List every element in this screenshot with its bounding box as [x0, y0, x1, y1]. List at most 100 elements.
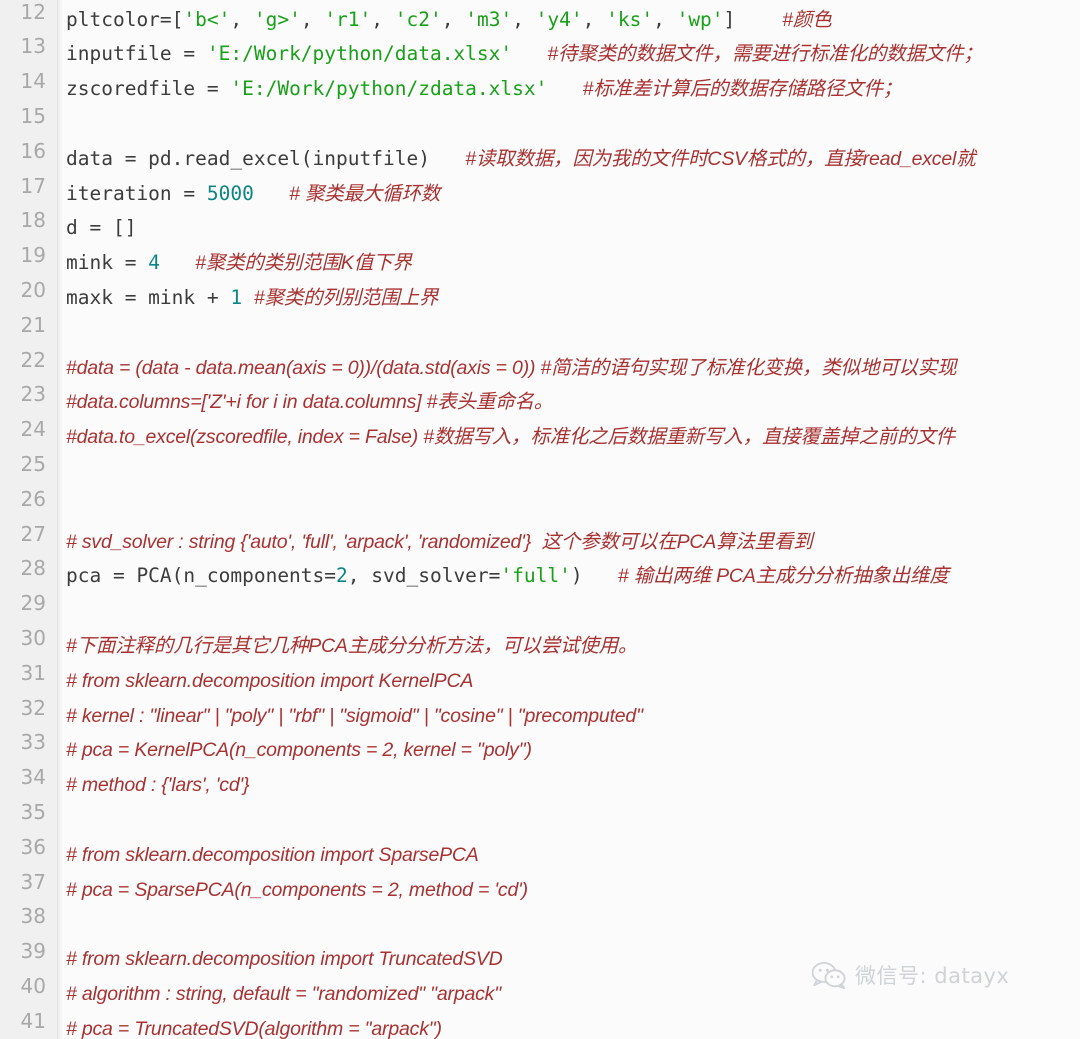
code-token: , — [371, 7, 395, 31]
code-token: , — [300, 7, 325, 31]
code-line-text[interactable]: # algorithm : string, default = "randomi… — [66, 981, 501, 1007]
code-token: , — [441, 7, 466, 31]
code-line-text[interactable]: # pca = TruncatedSVD(algorithm = "arpack… — [66, 1016, 442, 1039]
line-number: 39 — [20, 939, 46, 964]
line-number: 38 — [20, 904, 46, 929]
line-number: 30 — [20, 625, 46, 650]
code-line-row[interactable]: 18 d = [] — [0, 208, 1080, 245]
code-token: pltcolor=[ — [66, 7, 184, 31]
code-line-row[interactable]: 24 #data.to_excel(zscoredfile, index = Fa… — [0, 417, 1080, 454]
string-token: 'E:/Work/python/zdata.xlsx' — [230, 77, 548, 101]
code-line-row[interactable]: 22 #data = (data - data.mean(axis = 0))/(… — [0, 348, 1080, 385]
line-number: 19 — [20, 243, 46, 268]
line-number: 18 — [20, 208, 46, 233]
code-line-row[interactable]: 15 — [0, 104, 1080, 141]
comment-token: #读取数据，因为我的文件时CSV格式的，直接read_excel就 — [465, 147, 976, 170]
string-token: 'wp' — [676, 7, 724, 31]
code-line-row[interactable]: 23 #data.columns=['Z'+i for i in data.col… — [0, 382, 1080, 419]
code-line-row[interactable]: 32 # kernel : "linear" | "poly" | "rbf" |… — [0, 696, 1080, 733]
comment-token: # from sklearn.decomposition import Spar… — [66, 843, 479, 866]
code-line-text[interactable]: # pca = KernelPCA(n_components = 2, kern… — [66, 737, 532, 763]
string-token: 'y4' — [535, 7, 583, 31]
code-line-text[interactable]: pca = PCA(n_components=2, svd_solver='fu… — [66, 563, 949, 589]
code-line-row[interactable]: 38 — [0, 904, 1080, 941]
number-token: 4 — [148, 251, 160, 275]
code-line-text[interactable]: pltcolor=['b<', 'g>', 'r1', 'c2', 'm3', … — [66, 7, 832, 33]
line-number: 35 — [20, 799, 46, 824]
code-line-row[interactable]: 41 # pca = TruncatedSVD(algorithm = "arpa… — [0, 1009, 1080, 1039]
line-number: 37 — [20, 869, 46, 894]
string-token: 'ks' — [606, 7, 654, 31]
line-number: 20 — [20, 277, 46, 302]
code-line-text[interactable]: # from sklearn.decomposition import Spar… — [66, 842, 479, 868]
code-line-row[interactable]: 37 # pca = SparsePCA(n_components = 2, me… — [0, 869, 1080, 907]
code-line-row[interactable]: 19 mink = 4 #聚类的类别范围K值下界 — [0, 243, 1080, 280]
comment-token: # svd_solver : string {'auto', 'full', '… — [66, 530, 813, 553]
code-line-text[interactable]: #下面注释的几行是其它几种PCA主成分分析方法，可以尝试使用。 — [66, 633, 637, 659]
code-line-row[interactable]: 31 # from sklearn.decomposition import Ke… — [0, 661, 1080, 698]
code-line-row[interactable]: 20 maxk = mink + 1 #聚类的列别范围上界 — [0, 277, 1080, 315]
code-line-row[interactable]: 36 # from sklearn.decomposition import Sp… — [0, 835, 1080, 872]
comment-token: # pca = SparsePCA(n_components = 2, meth… — [66, 878, 528, 901]
code-line-text[interactable]: data = pd.read_excel(inputfile) #读取数据，因为… — [66, 146, 976, 172]
code-line-text[interactable]: #data.columns=['Z'+i for i in data.colum… — [66, 389, 553, 415]
line-number: 21 — [20, 312, 46, 337]
code-line-text[interactable]: #data.to_excel(zscoredfile, index = Fals… — [66, 424, 955, 450]
code-line-row[interactable]: 33 # pca = KernelPCA(n_components = 2, ke… — [0, 730, 1080, 767]
code-line-text[interactable]: # from sklearn.decomposition import Kern… — [66, 668, 473, 694]
string-token: 'm3' — [465, 7, 513, 31]
code-line-row[interactable]: 29 — [0, 591, 1080, 628]
comment-token: #data = (data - data.mean(axis = 0))/(da… — [66, 356, 957, 379]
watermark-text: 微信号: datayx — [855, 963, 1010, 988]
code-line-text[interactable]: # pca = SparsePCA(n_components = 2, meth… — [66, 877, 528, 903]
code-line-text[interactable]: # method : {'lars', 'cd'} — [66, 772, 250, 798]
code-token: , svd_solver= — [347, 564, 501, 588]
comment-token: #data.columns=['Z'+i for i in data.colum… — [66, 391, 554, 414]
code-line-row[interactable]: 34 # method : {'lars', 'cd'} — [0, 765, 1080, 802]
code-token: , — [230, 7, 254, 31]
code-token: , — [653, 7, 677, 31]
code-token: pca = PCA(n_components= — [66, 564, 337, 588]
code-line-row[interactable]: 26 — [0, 487, 1080, 524]
code-line-text[interactable]: iteration = 5000 # 聚类最大循环数 — [66, 181, 440, 207]
code-line-row[interactable]: 25 — [0, 452, 1080, 489]
code-line-row[interactable]: 12 pltcolor=['b<', 'g>', 'r1', 'c2', 'm3'… — [0, 0, 1080, 37]
code-line-text[interactable]: # from sklearn.decomposition import Trun… — [66, 946, 503, 972]
code-line-row[interactable]: 27 # svd_solver : string {'auto', 'full',… — [0, 522, 1080, 559]
code-line-text[interactable]: d = [] — [66, 215, 136, 241]
code-line-text[interactable]: inputfile = 'E:/Work/python/data.xlsx' #… — [66, 41, 983, 67]
code-line-text[interactable]: maxk = mink + 1 #聚类的列别范围上界 — [66, 285, 438, 311]
wechat-icon — [812, 962, 846, 989]
code-line-row[interactable]: 21 — [0, 312, 1080, 350]
code-screenshot: 12 pltcolor=['b<', 'g>', 'r1', 'c2', 'm3'… — [0, 0, 1080, 1039]
code-line-row[interactable]: 13 inputfile = 'E:/Work/python/data.xlsx'… — [0, 34, 1080, 71]
code-line-row[interactable]: 17 iteration = 5000 # 聚类最大循环数 — [0, 174, 1080, 211]
comment-token: # from sklearn.decomposition import Kern… — [66, 669, 474, 692]
string-token: 'b<' — [183, 7, 231, 31]
number-token: 5000 — [206, 181, 254, 205]
code-token: , — [582, 7, 607, 31]
code-line-text[interactable]: zscoredfile = 'E:/Work/python/zdata.xlsx… — [66, 76, 902, 102]
comment-token: # method : {'lars', 'cd'} — [66, 774, 250, 797]
code-line-row[interactable]: 30 #下面注释的几行是其它几种PCA主成分分析方法，可以尝试使用。 — [0, 625, 1080, 663]
comment-token: #data.to_excel(zscoredfile, index = Fals… — [66, 426, 955, 449]
code-line-text[interactable]: mink = 4 #聚类的类别范围K值下界 — [66, 250, 412, 276]
code-token: d = [] — [66, 216, 137, 240]
code-line-text[interactable]: #data = (data - data.mean(axis = 0))/(da… — [66, 355, 957, 381]
code-line-row[interactable]: 35 — [0, 799, 1080, 837]
code-token: data = pd.read_excel(inputfile) — [66, 146, 430, 170]
string-token: 'full' — [500, 564, 571, 588]
comment-token: # 输出两维 PCA主成分分析抽象出维度 — [617, 565, 949, 588]
code-line-text[interactable]: # kernel : "linear" | "poly" | "rbf" | "… — [66, 703, 643, 729]
code-line-row[interactable]: 14 zscoredfile = 'E:/Work/python/zdata.xl… — [0, 69, 1080, 106]
code-line-row[interactable]: 16 data = pd.read_excel(inputfile) #读取数据，… — [0, 139, 1080, 176]
code-line-row[interactable]: 28 pca = PCA(n_components=2, svd_solver='… — [0, 556, 1080, 593]
watermark: 微信号: datayx — [812, 962, 1009, 989]
code-line-text[interactable]: # svd_solver : string {'auto', 'full', '… — [66, 529, 813, 555]
code-token: zscoredfile = — [66, 77, 231, 101]
comment-token: # kernel : "linear" | "poly" | "rbf" | "… — [66, 704, 643, 727]
